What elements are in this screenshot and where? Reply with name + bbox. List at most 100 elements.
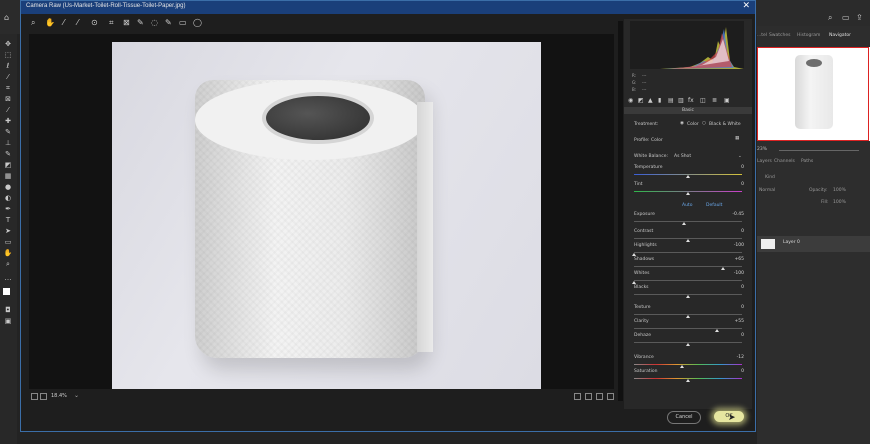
marquee-tool-icon[interactable]: ⬚: [3, 51, 13, 59]
tab-navigator[interactable]: Navigator: [829, 33, 851, 38]
gradient-tool-icon[interactable]: ▦: [3, 172, 13, 180]
slider-track[interactable]: [634, 252, 742, 253]
opacity-value[interactable]: 100%: [833, 188, 846, 193]
path-select-icon[interactable]: ➤: [3, 227, 13, 235]
zoom-dropdown-icon[interactable]: ⌄: [74, 392, 79, 399]
basic-panel-icon[interactable]: ◉: [628, 97, 633, 104]
slider-value[interactable]: 0: [741, 285, 744, 290]
blend-mode-select[interactable]: Normal: [759, 188, 775, 193]
eyedropper-icon[interactable]: ⁄: [3, 106, 13, 114]
slider-track[interactable]: [634, 364, 742, 365]
wb-select[interactable]: As Shot: [674, 154, 691, 159]
copy-settings-icon[interactable]: [596, 393, 603, 400]
move-tool-icon[interactable]: ✥: [3, 40, 13, 48]
effects-icon[interactable]: fx: [688, 97, 694, 104]
slider-value[interactable]: 0: [741, 369, 744, 374]
before-after-icon[interactable]: [574, 393, 581, 400]
zoom-tool-icon[interactable]: ⌕: [31, 18, 35, 28]
layer-row[interactable]: Layer 0: [757, 236, 870, 252]
navigator-zoom-slider[interactable]: [779, 150, 859, 151]
slider-value[interactable]: 0: [741, 165, 744, 170]
slider-thumb[interactable]: [686, 343, 690, 346]
zoom-level[interactable]: 18.4%: [51, 393, 67, 399]
tab-channels[interactable]: Channels: [774, 159, 795, 164]
tone-curve-icon[interactable]: ◩: [638, 97, 644, 104]
slider-track[interactable]: [634, 280, 742, 281]
healing-brush-icon[interactable]: ✚: [3, 117, 13, 125]
close-icon[interactable]: ✕: [742, 1, 750, 11]
home-icon[interactable]: ⌂: [4, 13, 9, 22]
quick-mask-icon[interactable]: ◘: [3, 306, 13, 314]
default-button[interactable]: Default: [706, 203, 722, 208]
share-icon[interactable]: ⇪: [856, 13, 863, 22]
slider-track[interactable]: [634, 328, 742, 329]
slider-thumb[interactable]: [632, 281, 636, 284]
dodge-tool-icon[interactable]: ◐: [3, 194, 13, 202]
fit-icon[interactable]: [31, 393, 38, 400]
slider-value[interactable]: +55: [735, 319, 745, 324]
slider-thumb[interactable]: [686, 192, 690, 195]
pen-tool-icon[interactable]: ✒: [3, 205, 13, 213]
slider-value[interactable]: -100: [734, 243, 744, 248]
spot-removal-icon[interactable]: ✎: [137, 18, 144, 27]
presets-icon[interactable]: ≣: [712, 97, 717, 104]
color-sampler-icon[interactable]: ⁄: [77, 18, 78, 27]
slider-thumb[interactable]: [686, 295, 690, 298]
cancel-button[interactable]: Cancel: [667, 411, 701, 424]
slider-thumb[interactable]: [686, 175, 690, 178]
swap-settings-icon[interactable]: [585, 393, 592, 400]
slider-thumb[interactable]: [715, 329, 720, 332]
lens-corrections-icon[interactable]: ▥: [678, 97, 684, 104]
radio-bw-icon[interactable]: ○: [702, 121, 706, 126]
workspace-icon[interactable]: ▭: [842, 13, 850, 22]
slider-track[interactable]: [634, 266, 742, 267]
hand-tool-icon[interactable]: ✋: [45, 18, 55, 27]
more-tools-icon[interactable]: …: [3, 274, 13, 282]
slider-thumb[interactable]: [679, 365, 684, 368]
tab-layers[interactable]: Layers: [757, 159, 772, 164]
slider-value[interactable]: 0: [741, 305, 744, 310]
split-toning-icon[interactable]: ▤: [668, 97, 674, 104]
color-swatch-icon[interactable]: [3, 288, 10, 295]
red-eye-icon[interactable]: ◌: [151, 18, 158, 27]
graduated-filter-icon[interactable]: ▭: [179, 18, 187, 27]
white-balance-tool-icon[interactable]: ⁄: [63, 18, 64, 27]
slider-thumb[interactable]: [686, 379, 690, 382]
shape-tool-icon[interactable]: ▭: [3, 238, 13, 246]
adjustment-brush-icon[interactable]: ✎: [165, 18, 172, 27]
radio-color-icon[interactable]: ◉: [680, 121, 684, 126]
calibration-icon[interactable]: ◫: [700, 97, 706, 104]
navigator-view-box[interactable]: [757, 47, 869, 141]
profile-browser-icon[interactable]: ▦: [735, 136, 739, 141]
tab-histogram[interactable]: Histogram: [797, 33, 820, 38]
slider-value[interactable]: +65: [735, 257, 745, 262]
lasso-tool-icon[interactable]: ℓ: [3, 62, 13, 70]
wb-dropdown-icon[interactable]: ⌄: [738, 154, 742, 159]
slider-value[interactable]: 0: [741, 333, 744, 338]
quick-select-icon[interactable]: ⁄: [3, 73, 13, 81]
slider-thumb[interactable]: [686, 239, 690, 242]
auto-button[interactable]: Auto: [682, 203, 692, 208]
fill-value[interactable]: 100%: [833, 200, 846, 205]
navigator-zoom[interactable]: 23%: [757, 147, 767, 152]
toggle-default-icon[interactable]: [607, 393, 614, 400]
tab-swatches[interactable]: Swatches: [769, 33, 791, 38]
slider-thumb[interactable]: [681, 222, 686, 225]
crop-tool-icon[interactable]: ⌗: [3, 84, 13, 92]
slider-value[interactable]: -12: [737, 355, 744, 360]
eraser-tool-icon[interactable]: ◩: [3, 161, 13, 169]
image-canvas[interactable]: [29, 34, 614, 389]
hsl-icon[interactable]: ▮: [658, 97, 661, 104]
treatment-bw[interactable]: Black & White: [709, 122, 741, 127]
radial-filter-icon[interactable]: ◯: [193, 18, 202, 27]
profile-select[interactable]: Color: [651, 138, 663, 143]
fill-view-icon[interactable]: [40, 393, 47, 400]
tab-partial[interactable]: ...tel: [757, 33, 767, 38]
slider-thumb[interactable]: [632, 253, 636, 256]
slider-thumb[interactable]: [720, 267, 725, 270]
slider-value[interactable]: 0: [741, 229, 744, 234]
search-icon[interactable]: ⌕: [828, 13, 832, 23]
slider-track[interactable]: [634, 221, 742, 222]
stamp-tool-icon[interactable]: ⊥: [3, 139, 13, 147]
slider-thumb[interactable]: [686, 315, 690, 318]
